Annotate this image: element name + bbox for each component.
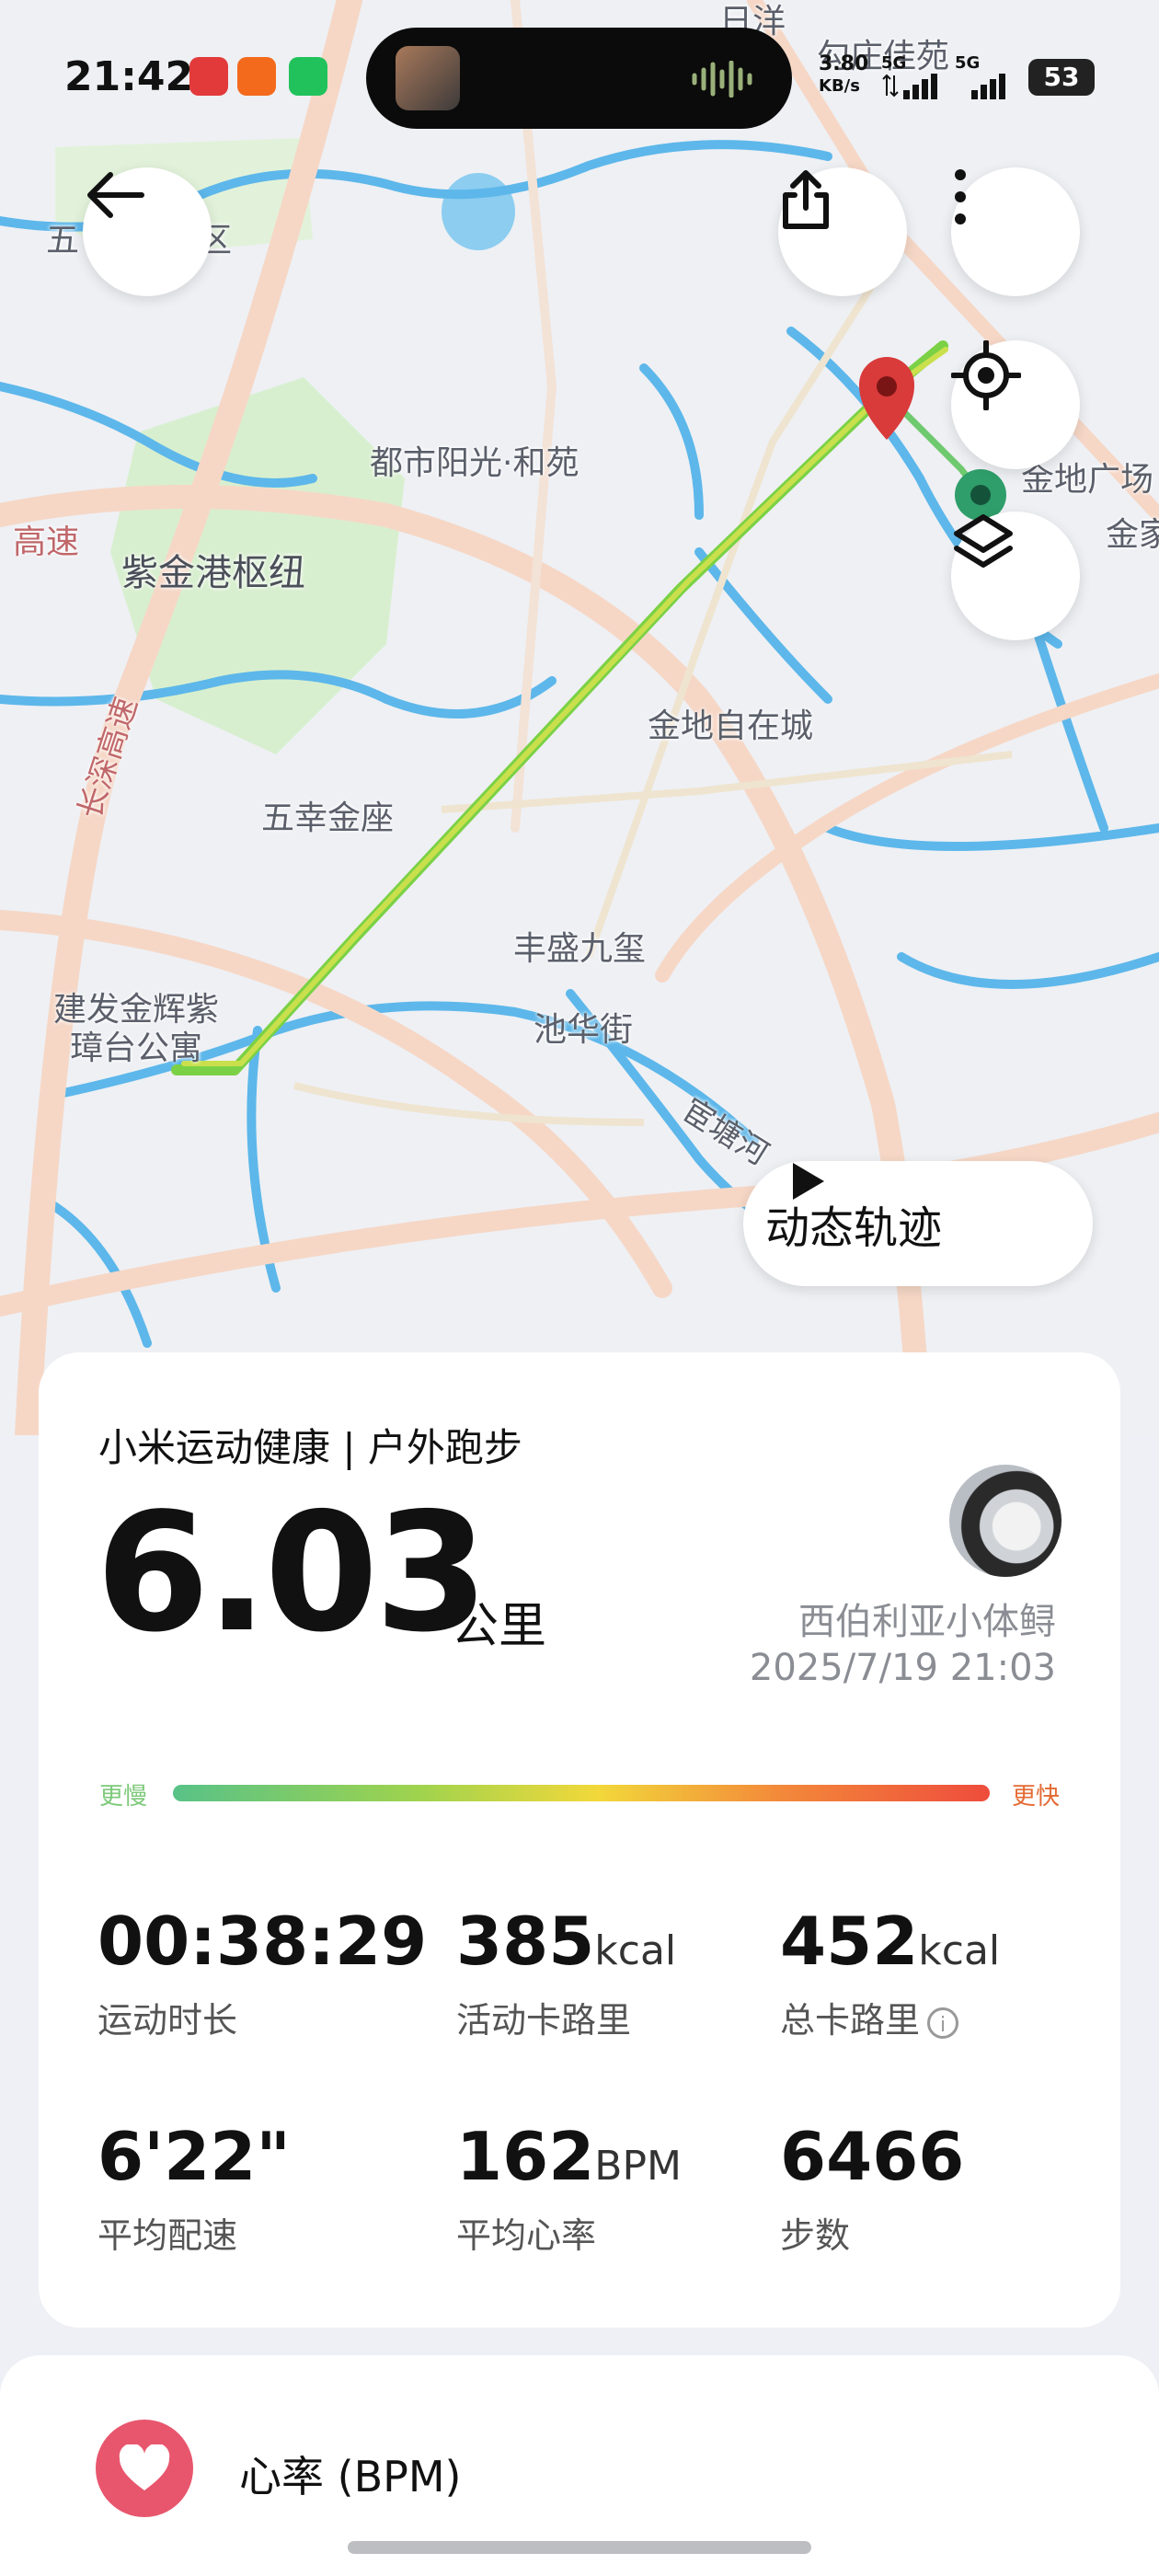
layers-icon — [954, 514, 1013, 568]
stat-total-calories: 452kcal 总卡路里 i — [780, 1903, 1001, 2041]
distance-value: 6.03 — [96, 1478, 488, 1668]
stat-steps: 6466 步数 — [780, 2118, 965, 2256]
heart-rate-title: 心率 (BPM) — [239, 2452, 462, 2501]
username: 西伯利亚小体鲟 — [798, 1601, 1056, 1643]
home-indicator[interactable] — [348, 2541, 811, 2554]
stat-duration: 00:38:29 运动时长 — [98, 1903, 428, 2041]
battery-indicator: 53 — [1028, 59, 1095, 96]
taobao-icon — [237, 57, 276, 96]
map-label: 璋台公寓 — [70, 1029, 203, 1067]
status-time: 21:42 — [64, 53, 194, 100]
status-bar: 21:42 3.80 KB/s 5G 5G 53 — [0, 0, 1159, 156]
sim2-label: 5G — [955, 53, 981, 73]
stat-active-calories: 385kcal 活动卡路里 — [456, 1903, 677, 2041]
pace-legend-slow: 更慢 — [99, 1783, 148, 1811]
workout-summary-card: 小米运动健康 | 户外跑步 6.03 公里 西伯利亚小体鲟 2025/7/19 … — [39, 1352, 1120, 2328]
map-label: 金地自在城 — [648, 707, 814, 745]
dynamic-island[interactable] — [366, 28, 792, 129]
map-label: 池华街 — [534, 1011, 634, 1049]
avatar[interactable] — [949, 1465, 1061, 1577]
info-icon[interactable]: i — [927, 2007, 959, 2039]
workout-datetime: 2025/7/19 21:03 — [749, 1647, 1056, 1689]
route-map[interactable]: 日洋 勾庄佳苑 五 区 都市阳光·和苑 金地广场 金家 高速 紫金港枢纽 金地自… — [0, 0, 1159, 1435]
map-label: 紫金港枢纽 — [121, 552, 305, 594]
network-speed: 3.80 KB/s — [819, 52, 869, 97]
workout-title: 小米运动健康 | 户外跑步 — [98, 1425, 522, 1470]
stat-avg-heart-rate: 162BPM 平均心率 — [456, 2118, 682, 2256]
wechat-icon — [289, 57, 327, 96]
pace-gradient-bar — [173, 1785, 990, 1801]
netease-music-icon — [189, 57, 228, 96]
layers-button[interactable] — [951, 512, 1080, 640]
locate-button[interactable] — [951, 340, 1080, 469]
audio-wave-icon — [692, 61, 752, 98]
map-label: 五幸金座 — [261, 799, 395, 837]
start-marker — [859, 357, 914, 440]
heart-icon — [96, 2420, 193, 2517]
play-icon — [793, 1163, 824, 1200]
map-label: 金家 — [1106, 516, 1159, 554]
more-button[interactable] — [951, 167, 1080, 296]
signal-icon — [971, 74, 1005, 99]
back-arrow-icon — [87, 172, 144, 218]
stat-avg-pace: 6'22" 平均配速 — [98, 2118, 291, 2256]
now-playing-cover — [396, 46, 460, 110]
share-button[interactable] — [778, 167, 907, 296]
share-icon — [783, 170, 829, 229]
pace-legend-fast: 更快 — [1011, 1783, 1060, 1811]
locate-icon — [951, 340, 1021, 410]
back-button[interactable] — [83, 167, 212, 296]
map-label: 丰盛九玺 — [513, 930, 647, 968]
more-icon — [955, 169, 966, 224]
sim1-label: 5G — [881, 53, 907, 73]
map-label: 都市阳光·和苑 — [370, 444, 580, 482]
signal-icon — [882, 74, 937, 99]
dynamic-track-button[interactable]: 动态轨迹 — [743, 1161, 1093, 1286]
map-label: 五 — [46, 222, 80, 259]
map-label-road: 高速 — [13, 523, 80, 561]
pond — [442, 173, 515, 250]
distance-unit: 公里 — [451, 1599, 547, 1654]
